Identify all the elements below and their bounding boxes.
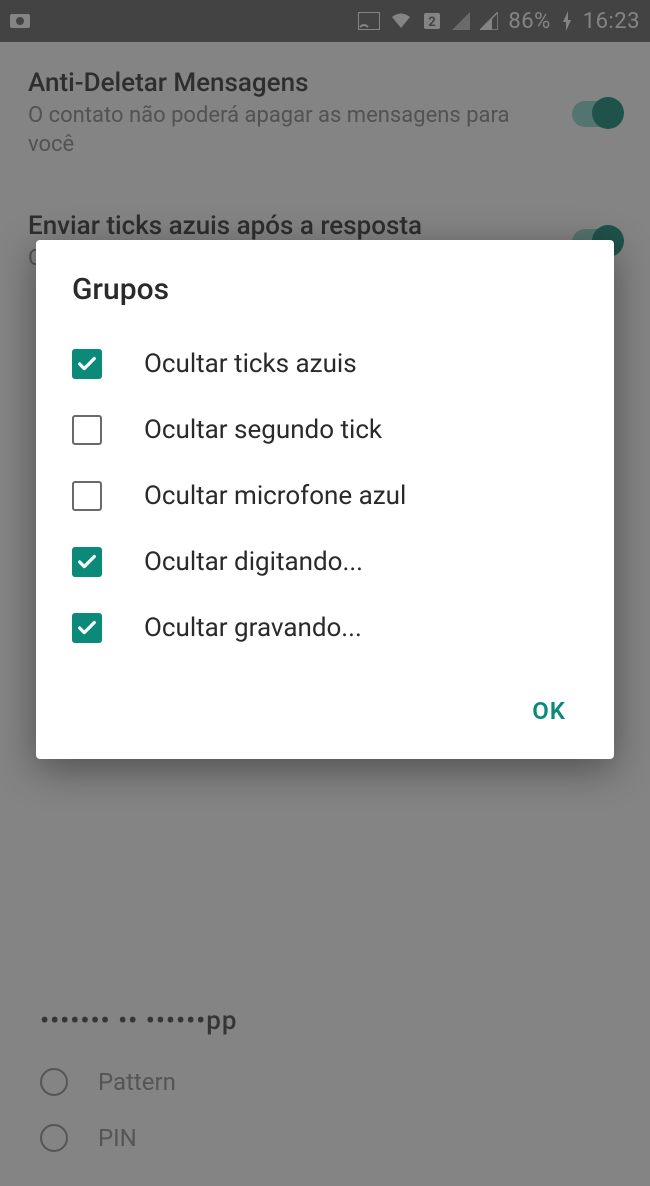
option-label: Ocultar segundo tick	[144, 415, 382, 445]
checkbox-unchecked-icon	[72, 415, 102, 445]
checkbox-checked-icon	[72, 613, 102, 643]
checkbox-unchecked-icon	[72, 481, 102, 511]
screen: 2 86% 16:23 Anti-Deletar Mensagens O con…	[0, 0, 650, 1186]
checkbox-checked-icon	[72, 547, 102, 577]
dialog-option-1[interactable]: Ocultar segundo tick	[36, 397, 614, 463]
dialog-options: Ocultar ticks azuis Ocultar segundo tick O…	[36, 323, 614, 669]
option-label: Ocultar digitando...	[144, 547, 363, 577]
dialog-title: Grupos	[36, 272, 614, 323]
dialog-option-3[interactable]: Ocultar digitando...	[36, 529, 614, 595]
ok-button[interactable]: OK	[520, 687, 578, 735]
option-label: Ocultar gravando...	[144, 613, 362, 643]
dialog-grupos: Grupos Ocultar ticks azuis Ocultar segund…	[36, 240, 614, 759]
dialog-option-0[interactable]: Ocultar ticks azuis	[36, 331, 614, 397]
dialog-actions: OK	[36, 669, 614, 747]
option-label: Ocultar ticks azuis	[144, 349, 357, 379]
option-label: Ocultar microfone azul	[144, 481, 406, 511]
checkbox-checked-icon	[72, 349, 102, 379]
dialog-option-2[interactable]: Ocultar microfone azul	[36, 463, 614, 529]
dialog-option-4[interactable]: Ocultar gravando...	[36, 595, 614, 661]
